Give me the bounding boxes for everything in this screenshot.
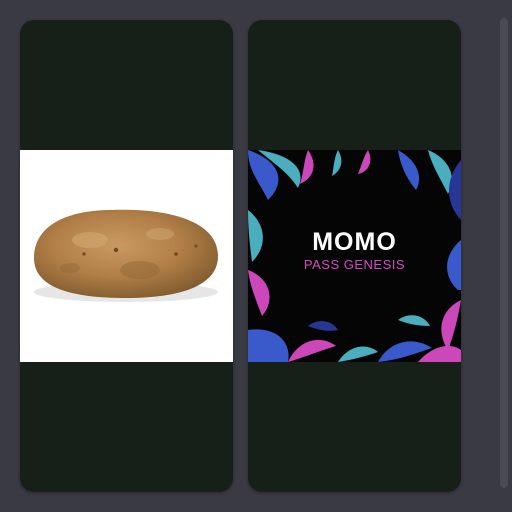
potato-illustration	[34, 209, 218, 302]
pass-subtitle: PASS GENESIS	[303, 257, 406, 272]
momo-pass-image[interactable]: MOMO PASS GENESIS	[248, 150, 461, 362]
potato-image[interactable]	[20, 150, 233, 362]
scrollbar[interactable]	[500, 18, 508, 494]
pass-title: MOMO	[312, 228, 397, 256]
nft-card-potato[interactable]	[20, 20, 233, 492]
scrollbar-thumb[interactable]	[500, 18, 508, 488]
foliage-frame	[248, 150, 461, 362]
nft-card-momo-pass[interactable]: MOMO PASS GENESIS	[248, 20, 461, 492]
